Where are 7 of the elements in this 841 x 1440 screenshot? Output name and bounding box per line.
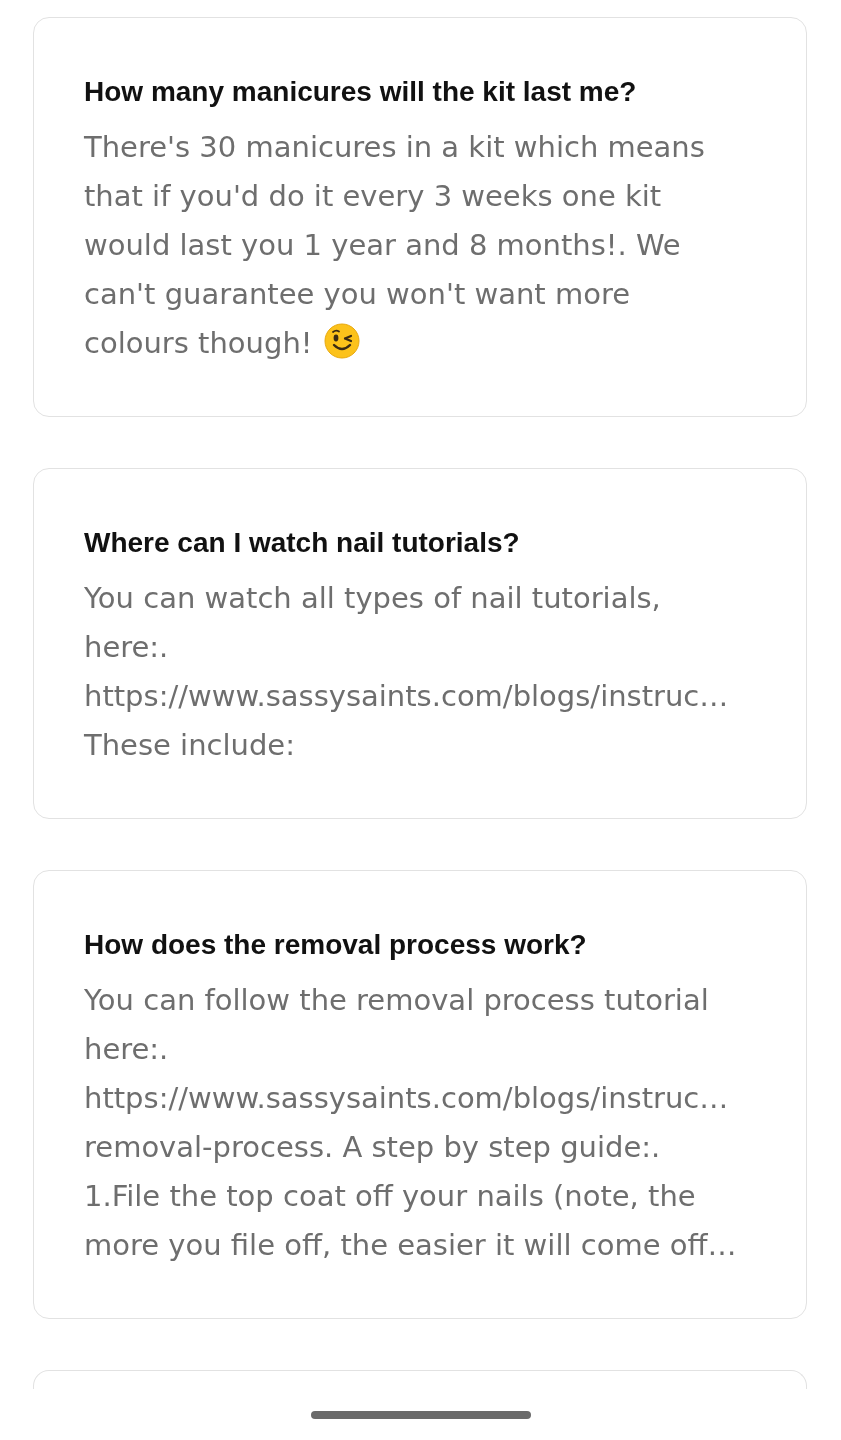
home-indicator[interactable] [310, 1411, 531, 1419]
faq-answer: There's 30 manicures in a kit which means that if you'd do it every 3 weeks one kit would last you 1 year and 8 months!. We can't guarantee you won't want more colours though! [84, 130, 705, 360]
faq-question: How many manicures will the kit last me? [84, 75, 638, 109]
faq-question: How does the removal process work? [84, 928, 588, 962]
faq-question: Where can I watch nail tutorials? [84, 526, 521, 560]
faq-answer: You can follow the removal process tutorial here:. https://www.sassysaints.com/blogs/instruc… removal-process. A step by step guide:. 1.File the top coat off your nails (note, the more you file off, the easier it will come off… [84, 983, 737, 1262]
faq-answer: You can watch all types of nail tutorials, here:. https://www.sassysaints.com/blogs/instruc… These include: [84, 581, 729, 762]
